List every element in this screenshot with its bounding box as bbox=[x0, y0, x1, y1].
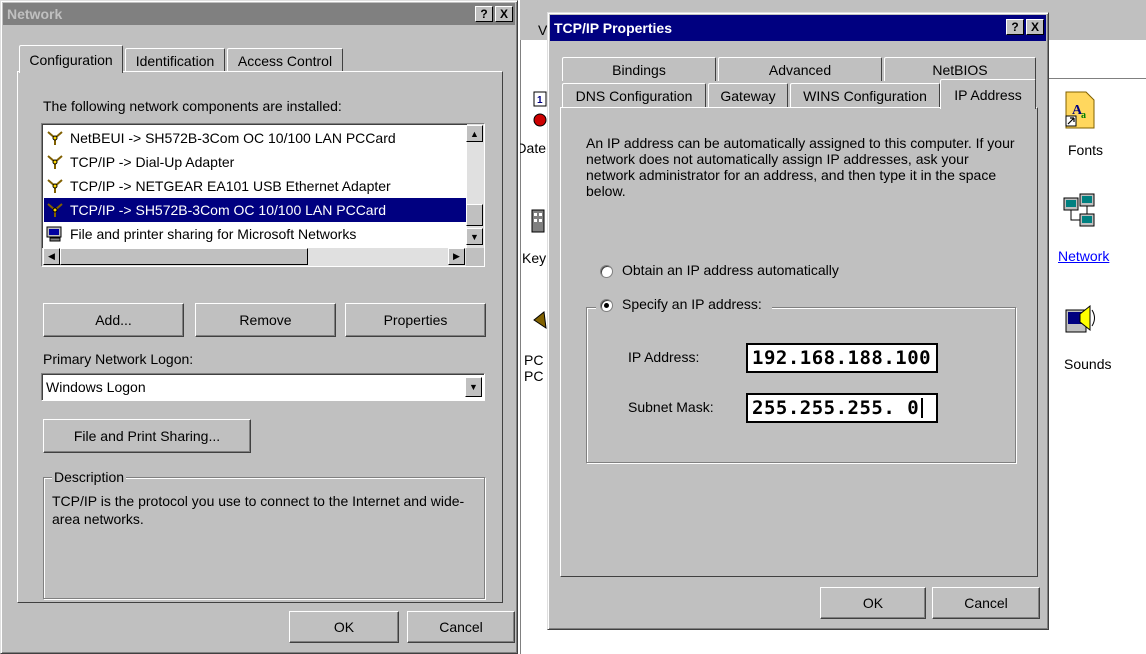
add-button[interactable]: Add... bbox=[43, 303, 184, 337]
tab-configuration[interactable]: Configuration bbox=[19, 45, 123, 73]
tab-ip-address[interactable]: IP Address bbox=[940, 79, 1036, 109]
keyboard-icon[interactable] bbox=[530, 206, 546, 236]
properties-button-label: Properties bbox=[383, 312, 448, 328]
list-item-label: TCP/IP -> NETGEAR EA101 USB Ethernet Ada… bbox=[70, 178, 391, 194]
tcpip-cancel-button[interactable]: Cancel bbox=[932, 587, 1040, 619]
tab-bindings[interactable]: Bindings bbox=[562, 57, 716, 81]
subnet-mask-value: 255.255.255. 0 bbox=[752, 397, 920, 419]
file-print-sharing-label: File and Print Sharing... bbox=[73, 428, 221, 444]
scroll-left-button[interactable]: ◀ bbox=[43, 248, 60, 265]
ip-info-text: An IP address can be automatically assig… bbox=[586, 135, 1015, 199]
scroll-right-button[interactable]: ▶ bbox=[448, 248, 465, 265]
tcpip-title: TCP/IP Properties bbox=[554, 20, 673, 36]
description-text: TCP/IP is the protocol you use to connec… bbox=[52, 493, 465, 527]
file-sharing-icon bbox=[46, 226, 64, 242]
remove-button-label: Remove bbox=[239, 312, 292, 328]
partial-label-pc-1: PC bbox=[524, 352, 544, 368]
network-ok-button[interactable]: OK bbox=[289, 611, 399, 643]
tcpip-ok-button[interactable]: OK bbox=[820, 587, 926, 619]
tcpip-close-button[interactable]: X bbox=[1026, 19, 1044, 35]
remove-button[interactable]: Remove bbox=[195, 303, 336, 337]
description-group: Description TCP/IP is the protocol you u… bbox=[43, 469, 485, 599]
tab-gateway[interactable]: Gateway bbox=[708, 83, 788, 107]
list-item-label: File and printer sharing for Microsoft N… bbox=[70, 226, 357, 242]
network-ok-label: OK bbox=[333, 619, 355, 635]
protocol-icon bbox=[46, 178, 64, 194]
text-cursor bbox=[921, 398, 924, 418]
protocol-icon bbox=[46, 130, 64, 146]
specify-ip-label[interactable]: Specify an IP address: bbox=[622, 296, 762, 312]
sounds-icon[interactable] bbox=[1064, 300, 1100, 340]
network-title: Network bbox=[7, 6, 63, 22]
network-dialog: Network ? X Configuration Identification… bbox=[0, 0, 518, 654]
fonts-label: Fonts bbox=[1068, 142, 1104, 158]
tcpip-titlebar: TCP/IP Properties ? X bbox=[550, 15, 1046, 41]
network-help-button[interactable]: ? bbox=[475, 6, 493, 22]
protocol-icon bbox=[46, 154, 64, 170]
scroll-hthumb[interactable] bbox=[60, 248, 308, 265]
tcpip-cancel-label: Cancel bbox=[964, 595, 1008, 611]
scroll-thumb[interactable] bbox=[466, 204, 483, 226]
specify-ip-radio[interactable] bbox=[600, 299, 613, 312]
primary-logon-select[interactable]: Windows Logon ▼ bbox=[41, 373, 485, 401]
network-icon[interactable] bbox=[1062, 192, 1098, 232]
primary-logon-label: Primary Network Logon: bbox=[43, 351, 194, 367]
partial-label-pc-2: PC bbox=[524, 368, 544, 384]
network-label[interactable]: Network bbox=[1058, 248, 1109, 264]
partial-label-date: Date bbox=[520, 140, 546, 156]
tab-dns-configuration[interactable]: DNS Configuration bbox=[562, 83, 706, 107]
tcpip-ok-label: OK bbox=[862, 595, 884, 611]
scroll-up-button[interactable]: ▲ bbox=[466, 125, 483, 142]
protocol-icon bbox=[46, 202, 64, 218]
svg-text:a: a bbox=[1081, 110, 1086, 121]
list-item-label: TCP/IP -> Dial-Up Adapter bbox=[70, 154, 235, 170]
tab-wins-configuration[interactable]: WINS Configuration bbox=[790, 83, 940, 107]
date-time-icon[interactable]: 1 bbox=[532, 90, 548, 130]
network-cancel-label: Cancel bbox=[439, 619, 483, 635]
sounds-label: Sounds bbox=[1064, 356, 1112, 372]
partial-label-key: Key bbox=[522, 250, 547, 266]
list-item[interactable]: TCP/IP -> SH572B-3Com OC 10/100 LAN PCCa… bbox=[44, 198, 466, 222]
components-list[interactable]: NetBEUI -> SH572B-3Com OC 10/100 LAN PCC… bbox=[41, 123, 485, 267]
tcpip-help-button[interactable]: ? bbox=[1006, 19, 1024, 35]
network-close-button[interactable]: X bbox=[495, 6, 513, 22]
components-label: The following network components are ins… bbox=[43, 98, 342, 114]
specify-ip-group bbox=[586, 307, 1016, 463]
pc-card-icon[interactable] bbox=[532, 310, 548, 330]
scroll-down-button[interactable]: ▼ bbox=[466, 228, 483, 245]
ip-address-field[interactable]: 192.168.188.100 bbox=[746, 343, 938, 373]
tcpip-dialog: TCP/IP Properties ? X Bindings Advanced … bbox=[547, 12, 1049, 630]
obtain-ip-label[interactable]: Obtain an IP address automatically bbox=[622, 262, 839, 278]
list-item[interactable]: TCP/IP -> Dial-Up Adapter bbox=[44, 150, 466, 174]
list-item[interactable]: NetBEUI -> SH572B-3Com OC 10/100 LAN PCC… bbox=[44, 126, 466, 150]
list-item-label: NetBEUI -> SH572B-3Com OC 10/100 LAN PCC… bbox=[70, 130, 396, 146]
tab-access-control[interactable]: Access Control bbox=[227, 48, 343, 72]
ip-address-label: IP Address: bbox=[628, 349, 700, 365]
list-item[interactable]: File and printer sharing for Microsoft N… bbox=[44, 222, 466, 246]
scroll-corner bbox=[466, 248, 484, 266]
list-item-label: TCP/IP -> SH572B-3Com OC 10/100 LAN PCCa… bbox=[70, 202, 387, 218]
primary-logon-value: Windows Logon bbox=[46, 379, 146, 395]
subnet-mask-label: Subnet Mask: bbox=[628, 399, 714, 415]
network-titlebar: Network ? X bbox=[3, 3, 515, 25]
tab-identification[interactable]: Identification bbox=[125, 48, 225, 72]
subnet-mask-field[interactable]: 255.255.255. 0 bbox=[746, 393, 938, 423]
list-item[interactable]: TCP/IP -> NETGEAR EA101 USB Ethernet Ada… bbox=[44, 174, 466, 198]
add-button-label: Add... bbox=[95, 312, 132, 328]
background-address-strip bbox=[1045, 48, 1146, 79]
network-cancel-button[interactable]: Cancel bbox=[407, 611, 515, 643]
svg-text:1: 1 bbox=[537, 95, 543, 106]
properties-button[interactable]: Properties bbox=[345, 303, 486, 337]
obtain-ip-radio[interactable] bbox=[600, 265, 613, 278]
chevron-down-icon[interactable]: ▼ bbox=[465, 377, 482, 397]
description-label: Description bbox=[52, 469, 127, 485]
fonts-icon[interactable]: A a bbox=[1064, 90, 1100, 130]
partial-label-v: V bbox=[538, 22, 548, 38]
tab-netbios[interactable]: NetBIOS bbox=[884, 57, 1036, 81]
file-print-sharing-button[interactable]: File and Print Sharing... bbox=[43, 419, 251, 453]
tab-advanced[interactable]: Advanced bbox=[718, 57, 882, 81]
